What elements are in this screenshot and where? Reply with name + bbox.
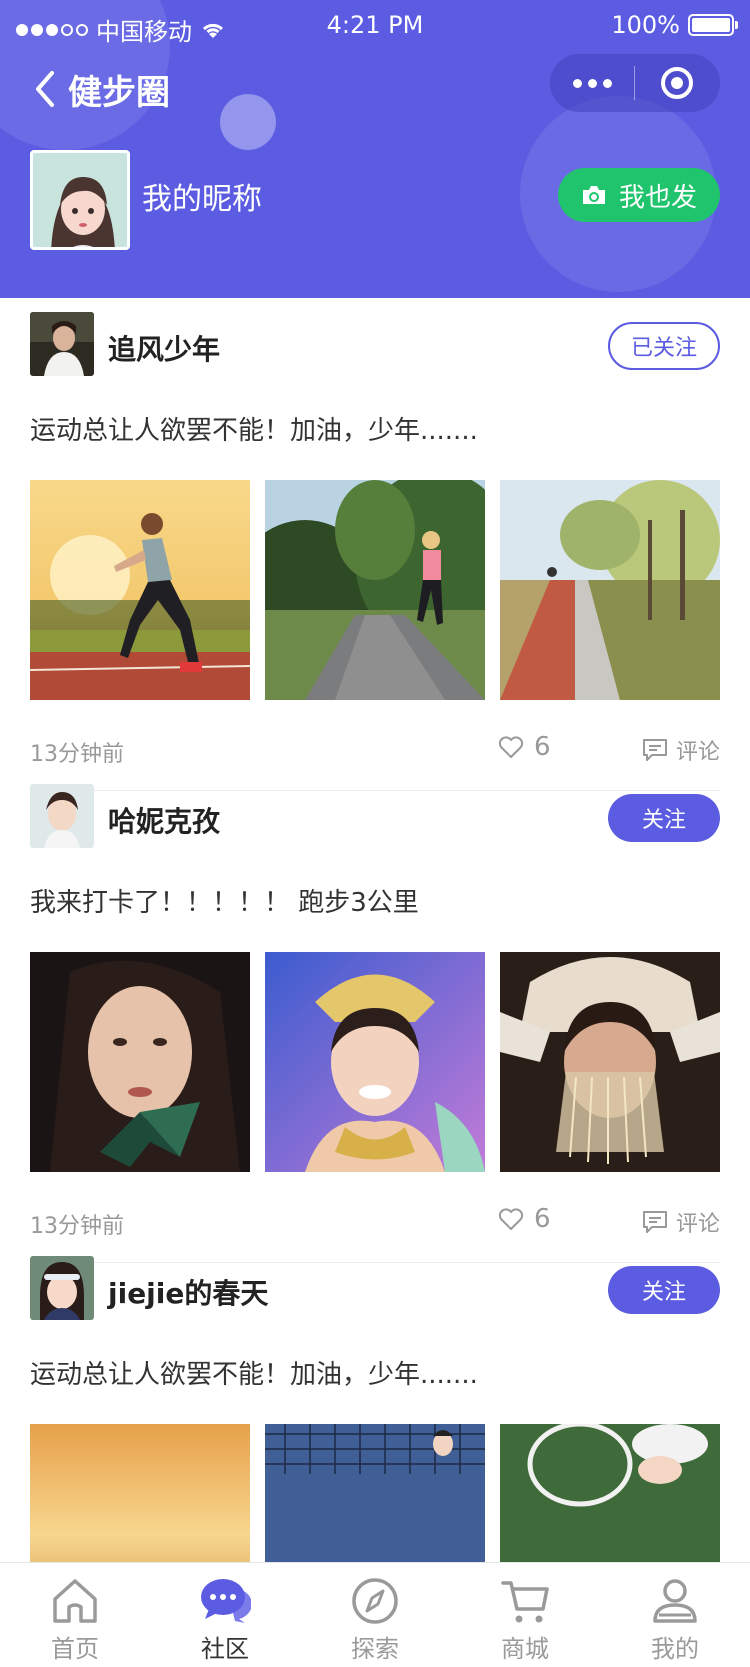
decor-circle xyxy=(220,94,276,150)
followed-button[interactable]: 已关注 xyxy=(608,322,720,370)
post-text: 运动总让人欲罢不能！加油，少年....... xyxy=(30,1360,478,1390)
tab-explore-label: 探索 xyxy=(351,1635,399,1663)
community-icon xyxy=(201,1579,251,1623)
tab-community-label: 社区 xyxy=(201,1635,249,1663)
person-icon xyxy=(653,1579,697,1623)
follow-button[interactable]: 关注 xyxy=(608,1266,720,1314)
comment-icon xyxy=(642,739,667,761)
like-button[interactable]: 6 xyxy=(498,1204,551,1234)
tab-mine-label: 我的 xyxy=(651,1635,699,1663)
like-count: 6 xyxy=(534,732,551,762)
tab-home-label: 首页 xyxy=(51,1635,99,1663)
my-nickname: 我的昵称 xyxy=(142,182,262,217)
tab-bar: 首页 社区 探索 商城 我的 xyxy=(0,1562,750,1667)
post-button-label: 我也发 xyxy=(618,182,697,213)
comment-button[interactable]: 评论 xyxy=(642,734,720,766)
header: 中国移动 4:21 PM 100% 健步圈 我的昵称 我也发 xyxy=(0,0,750,298)
tab-community[interactable]: 社区 xyxy=(150,1563,300,1667)
like-button[interactable]: 6 xyxy=(498,732,551,762)
user-name[interactable]: 追风少年 xyxy=(108,328,220,368)
status-bar: 中国移动 4:21 PM 100% xyxy=(0,0,750,50)
miniprogram-capsule xyxy=(550,54,720,112)
tab-mine[interactable]: 我的 xyxy=(600,1563,750,1667)
post-header: 哈妮克孜 关注 xyxy=(30,784,720,850)
close-target-icon[interactable] xyxy=(635,54,719,112)
post-header: 追风少年 已关注 xyxy=(30,312,720,378)
user-name[interactable]: jiejie的春天 xyxy=(108,1272,268,1312)
user-name[interactable]: 哈妮克孜 xyxy=(108,800,220,840)
heart-icon xyxy=(498,736,524,758)
tab-mall-label: 商城 xyxy=(501,1635,549,1663)
post-photo[interactable] xyxy=(30,480,250,700)
post-photo[interactable] xyxy=(265,480,485,700)
tab-explore[interactable]: 探索 xyxy=(300,1563,450,1667)
comment-label: 评论 xyxy=(675,1212,720,1237)
more-icon[interactable] xyxy=(550,54,634,112)
comment-button[interactable]: 评论 xyxy=(642,1206,720,1238)
follow-button[interactable]: 关注 xyxy=(608,794,720,842)
like-count: 6 xyxy=(534,1204,551,1234)
post-header: jiejie的春天 关注 xyxy=(30,1256,720,1322)
post-photo[interactable] xyxy=(500,480,720,700)
battery-icon xyxy=(688,14,738,36)
post-text: 运动总让人欲罢不能！加油，少年....... xyxy=(30,416,478,446)
cart-icon xyxy=(501,1581,549,1623)
post-photo[interactable] xyxy=(500,952,720,1172)
page-title: 健步圈 xyxy=(68,72,170,113)
photo-grid xyxy=(30,952,720,1172)
my-avatar[interactable] xyxy=(30,150,130,250)
tab-mall[interactable]: 商城 xyxy=(450,1563,600,1667)
tab-home[interactable]: 首页 xyxy=(0,1563,150,1667)
post-time: 13分钟前 xyxy=(30,1214,124,1239)
avatar[interactable] xyxy=(30,312,94,376)
post-photo[interactable] xyxy=(265,952,485,1172)
camera-icon xyxy=(582,186,605,204)
battery-percent: 100% xyxy=(611,11,680,39)
post-meta: 13分钟前 6 评论 xyxy=(30,1204,720,1239)
nav-bar: 健步圈 xyxy=(30,62,170,116)
comment-label: 评论 xyxy=(675,740,720,765)
avatar[interactable] xyxy=(30,1256,94,1320)
post-time: 13分钟前 xyxy=(30,742,124,767)
home-icon xyxy=(53,1579,97,1623)
post-text: 我来打卡了！！！！！ 跑步3公里 xyxy=(30,888,419,918)
compass-icon xyxy=(352,1578,398,1624)
post-photo[interactable] xyxy=(30,952,250,1172)
post-button[interactable]: 我也发 xyxy=(558,168,720,222)
avatar[interactable] xyxy=(30,784,94,848)
photo-grid xyxy=(30,480,720,700)
back-arrow-icon[interactable] xyxy=(30,69,60,109)
post-meta: 13分钟前 6 评论 xyxy=(30,732,720,767)
heart-icon xyxy=(498,1208,524,1230)
comment-icon xyxy=(642,1211,667,1233)
